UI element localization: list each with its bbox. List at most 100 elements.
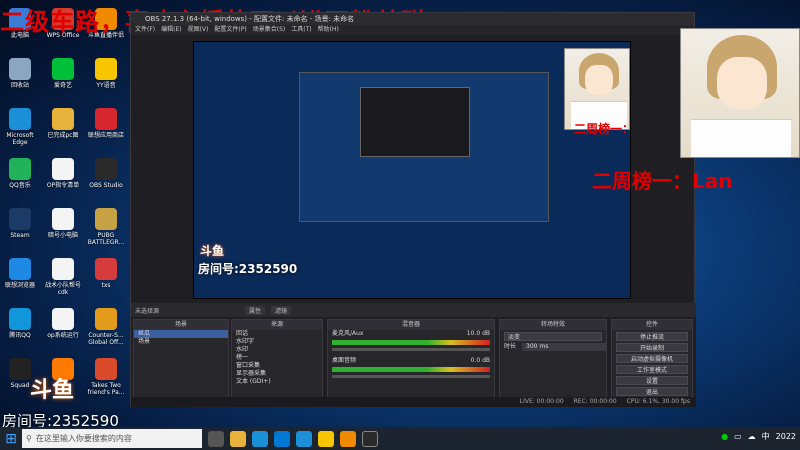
edge-icon	[9, 108, 31, 130]
windows-start-icon[interactable]: ⊞	[0, 427, 22, 450]
desktop-icon-label: 已完成pc图	[47, 132, 79, 139]
task-view-icon[interactable]	[208, 430, 224, 447]
csgo-icon	[95, 308, 117, 330]
obs-menu-item[interactable]: 视图(V)	[188, 25, 209, 35]
control-button[interactable]: 启动虚拟摄像机	[616, 354, 688, 363]
battery-tray-icon[interactable]: ▭	[734, 432, 742, 441]
desktop-icon[interactable]: op系统运行	[43, 308, 83, 339]
desktop-icon[interactable]: OBS Studio	[86, 158, 126, 189]
source-item[interactable]: 窗口采集	[232, 362, 322, 370]
desktop-icon[interactable]: Counter-S... Global Off...	[86, 308, 126, 346]
source-item[interactable]: 文本 (GDI+)	[232, 378, 322, 386]
douyu-logo: 斗鱼	[30, 378, 75, 403]
nested-preview-screen-2	[360, 87, 470, 157]
lenovo-browser-icon	[9, 258, 31, 280]
desktop-icon-label: Squad	[10, 382, 30, 389]
anime-character-overlay	[680, 28, 800, 158]
yy-taskbar-icon[interactable]	[318, 430, 334, 447]
obs-taskbar-icon[interactable]	[362, 430, 378, 447]
desktop-icon[interactable]: OP指令清单	[43, 158, 83, 189]
desktop-icon-label: OBS Studio	[89, 182, 123, 189]
taskbar-search-box[interactable]: ⚲ 在这里输入你要搜索的内容	[22, 429, 202, 448]
desktop-icon[interactable]: Takes Two friend's Pa...	[86, 358, 126, 396]
language-indicator[interactable]: 中	[762, 431, 770, 442]
source-item[interactable]: 水印	[232, 346, 322, 354]
desktop-icon-label: QQ音乐	[9, 182, 31, 189]
obs-window[interactable]: OBS 27.1.3 (64-bit, windows) - 配置文件: 未命名…	[130, 12, 696, 407]
duration-label: 时长	[504, 343, 517, 350]
desktop-icon[interactable]: 腾讯QQ	[0, 308, 40, 339]
control-button[interactable]: 退出	[616, 387, 688, 396]
source-toolbar: 未选择源 属性 滤镜	[131, 303, 696, 317]
desktop-icon[interactable]: Steam	[0, 208, 40, 239]
obs-icon	[95, 158, 117, 180]
obs-menu-item[interactable]: 场景集合(S)	[253, 25, 286, 35]
desktop-icon-label: Counter-S... Global Off...	[88, 332, 124, 346]
document-icon	[52, 208, 74, 230]
source-item[interactable]: 回话	[232, 330, 322, 338]
scenes-header: 场景	[134, 320, 228, 330]
volume-meter	[332, 340, 490, 345]
controls-header: 控件	[612, 320, 692, 330]
desktop-icon[interactable]: txs	[86, 258, 126, 289]
desktop-icon-label: 战术小队帮号cdk	[44, 282, 81, 296]
qq-music-icon	[9, 158, 31, 180]
duration-input[interactable]: 300 ms	[522, 343, 606, 351]
desktop-icon-label: txs	[101, 282, 111, 289]
obs-menu-item[interactable]: 帮助(H)	[318, 25, 339, 35]
system-tray: ● ▭ ☁ 中 2022	[721, 431, 796, 442]
volume-slider[interactable]	[332, 375, 490, 378]
rec-time: REC: 00:00:00	[573, 398, 617, 405]
desktop-icon[interactable]: 战术小队帮号cdk	[43, 258, 83, 296]
wechat-tray-icon[interactable]: ●	[721, 432, 728, 441]
mixer-track-name: 麦克风/Aux	[332, 330, 364, 337]
obs-menu-item[interactable]: 配置文件(P)	[214, 25, 246, 35]
desktop-icon[interactable]: 爱奇艺	[43, 58, 83, 89]
lenovo-store-icon	[95, 108, 117, 130]
document-icon	[52, 308, 74, 330]
source-item[interactable]: 显示器采集	[232, 370, 322, 378]
volume-slider[interactable]	[332, 348, 490, 351]
source-item[interactable]: 水印字	[232, 338, 322, 346]
transition-type-select[interactable]: 淡变	[504, 332, 602, 341]
control-button[interactable]: 设置	[616, 376, 688, 385]
taskbar: ⊞ ⚲ 在这里输入你要搜索的内容 ● ▭ ☁ 中 2022	[0, 427, 800, 450]
browser-taskbar-icon[interactable]	[296, 430, 312, 447]
control-button[interactable]: 开始录制	[616, 343, 688, 352]
properties-button[interactable]: 属性	[245, 305, 266, 315]
volume-meter	[332, 367, 490, 372]
obs-menu-item[interactable]: 文件(F)	[135, 25, 155, 35]
nested-preview-screen	[299, 72, 549, 222]
desktop-icon-label: 联想应用商店	[87, 132, 124, 139]
desktop-icon[interactable]: 回收站	[0, 58, 40, 89]
mixer-track-name: 桌面音频	[332, 357, 357, 364]
desktop-icon[interactable]: QQ音乐	[0, 158, 40, 189]
desktop-icon[interactable]: 联想应用商店	[86, 108, 126, 139]
desktop-icon[interactable]: PUBG BATTLEGR...	[86, 208, 126, 246]
filters-button[interactable]: 滤镜	[271, 305, 292, 315]
control-button[interactable]: 停止推流	[616, 332, 688, 341]
obs-menu-item[interactable]: 工具(T)	[291, 25, 311, 35]
desktop-icon[interactable]: Microsoft Edge	[0, 108, 40, 146]
search-icon: ⚲	[26, 434, 32, 443]
obs-menu-item[interactable]: 编辑(E)	[161, 25, 181, 35]
desktop-icon[interactable]: 已完成pc图	[43, 108, 83, 139]
cloud-tray-icon[interactable]: ☁	[748, 432, 756, 441]
clock[interactable]: 2022	[776, 432, 796, 441]
scene-item[interactable]: 丝瓜	[134, 330, 228, 338]
store-taskbar-icon[interactable]	[274, 430, 290, 447]
desktop-icon[interactable]: YY语音	[86, 58, 126, 89]
desktop-icon[interactable]: 暗号小电脑	[43, 208, 83, 239]
file-explorer-icon[interactable]	[230, 430, 246, 447]
source-item[interactable]: 榜一	[232, 354, 322, 362]
transitions-header: 转场特效	[500, 320, 606, 330]
scene-item[interactable]: 场景	[134, 338, 228, 346]
control-button[interactable]: 工作室模式	[616, 365, 688, 374]
desktop-icon[interactable]: 联想浏览器	[0, 258, 40, 289]
obs-preview[interactable]: 二周榜一：Lan 房间号:2352590 斗鱼	[193, 41, 631, 299]
douyu-taskbar-icon[interactable]	[340, 430, 356, 447]
audio-mixer-dock: 混音器 麦克风/Aux 10.0 dB 桌面音频 0.0 dB	[327, 319, 495, 405]
edge-taskbar-icon[interactable]	[252, 430, 268, 447]
obs-docks: 未选择源 属性 滤镜 场景 丝瓜 场景 来源 回话 水印字 水印 榜一 窗口采集 显示器采集…	[131, 303, 696, 407]
room-number-small: 房间号:2352590	[198, 262, 298, 276]
